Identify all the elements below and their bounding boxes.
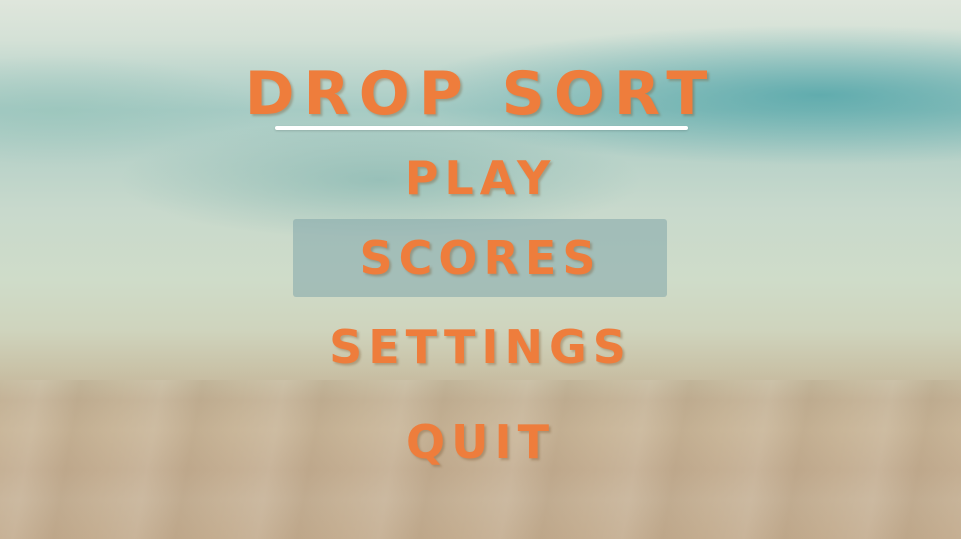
quit-button[interactable]: QUIT xyxy=(0,412,961,472)
play-label: PLAY xyxy=(404,151,557,205)
title-underline xyxy=(275,126,688,130)
settings-button[interactable]: SETTINGS xyxy=(0,317,961,377)
play-button[interactable]: PLAY xyxy=(0,148,961,208)
settings-label: SETTINGS xyxy=(329,320,632,374)
game-title: DROP SORT xyxy=(244,59,717,129)
scores-label: SCORES xyxy=(359,231,602,285)
scores-button[interactable]: SCORES xyxy=(0,228,961,288)
quit-label: QUIT xyxy=(406,415,555,469)
